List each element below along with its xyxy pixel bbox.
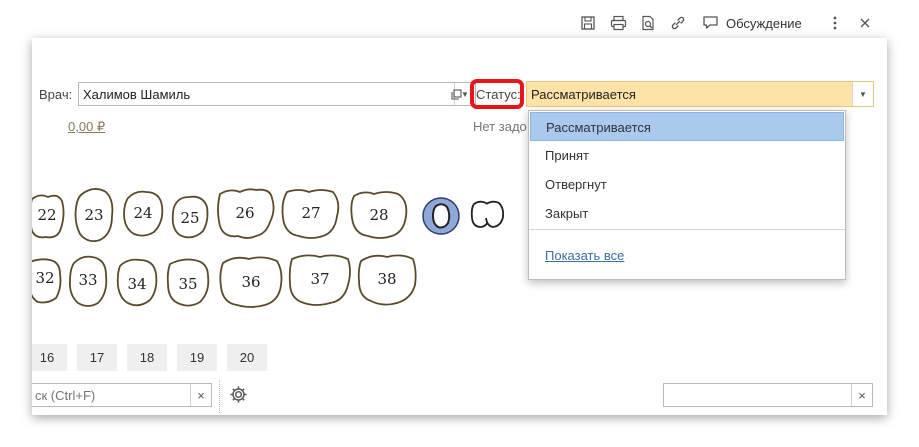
tooth-number: 37 <box>310 270 330 288</box>
chevron-down-icon: ▼ <box>859 89 867 99</box>
discussion-label: Обсуждение <box>726 15 802 31</box>
tooth-number: 34 <box>127 275 147 293</box>
preview-icon <box>642 15 654 31</box>
show-all-link[interactable]: Показать все <box>545 248 624 263</box>
tooth-34[interactable]: 34 <box>114 256 160 310</box>
tooth-number: 23 <box>84 206 104 224</box>
status-option-selected[interactable]: Рассматривается <box>530 112 844 141</box>
tooth-36[interactable]: 36 <box>217 253 285 311</box>
tooth-number: 38 <box>377 270 397 288</box>
tooth-number: 24 <box>133 204 153 222</box>
status-field[interactable]: Рассматривается ▼ <box>526 81 874 107</box>
tooth-33[interactable]: 33 <box>66 253 110 311</box>
tooth-27[interactable]: 27 <box>279 186 343 242</box>
tooth-23[interactable]: 23 <box>72 186 116 244</box>
discussion-button[interactable]: Обсуждение <box>702 12 806 34</box>
tooth-25[interactable]: 25 <box>169 193 211 241</box>
tooth-28[interactable]: 28 <box>348 188 410 242</box>
link-button[interactable] <box>668 12 688 34</box>
bottom-right-clear-button[interactable]: × <box>851 384 872 406</box>
tooth-38[interactable]: 38 <box>355 251 419 309</box>
preview-button[interactable] <box>638 12 658 34</box>
number-button-19[interactable]: 19 <box>177 344 217 371</box>
search-input[interactable] <box>32 384 197 406</box>
search-clear-button[interactable]: × <box>190 384 211 406</box>
tooth-selected-marker[interactable] <box>420 195 462 237</box>
tooth-double-marker[interactable] <box>468 198 508 232</box>
print-icon <box>610 15 626 31</box>
settings-button[interactable] <box>228 384 248 404</box>
tooth-number: 33 <box>78 271 98 289</box>
tooth-number: 25 <box>180 209 200 227</box>
number-button-20[interactable]: 20 <box>227 344 267 371</box>
tooth-selected-icon <box>422 197 460 235</box>
status-option[interactable]: Отвергнут <box>530 170 844 199</box>
number-button-18[interactable]: 18 <box>127 344 167 371</box>
search-divider <box>219 380 220 413</box>
search-field[interactable]: × <box>32 383 212 407</box>
close-icon: × <box>858 387 866 403</box>
close-icon <box>860 18 870 28</box>
tooth-number: 28 <box>369 206 389 224</box>
amount-link[interactable]: 0,00 ₽ <box>68 119 105 135</box>
doctor-value: Халимов Шамиль <box>83 87 191 102</box>
more-icon <box>833 16 837 30</box>
no-tasks-label: Нет задо <box>473 119 527 134</box>
gear-icon <box>229 385 247 403</box>
tooth-number: 36 <box>241 273 261 291</box>
bottom-right-field[interactable]: × <box>663 383 873 407</box>
tooth-26[interactable]: 26 <box>214 186 276 242</box>
doctor-label: Врач: <box>39 87 73 102</box>
save-button[interactable] <box>578 12 598 34</box>
status-option[interactable]: Принят <box>530 141 844 170</box>
tooth-number: 27 <box>301 204 321 222</box>
status-value: Рассматривается <box>531 87 636 102</box>
close-button[interactable] <box>858 12 872 34</box>
status-label-highlight <box>470 79 524 109</box>
tooth-number: 22 <box>37 206 57 224</box>
more-button[interactable] <box>828 12 842 34</box>
number-button-16[interactable]: 16 <box>32 344 67 371</box>
number-button-17[interactable]: 17 <box>77 344 117 371</box>
tooth-35[interactable]: 35 <box>164 256 212 310</box>
tooth-32[interactable]: 32 <box>32 256 64 306</box>
tooth-double-icon <box>470 200 505 228</box>
tooth-22[interactable]: 22 <box>32 191 68 241</box>
tooth-number: 35 <box>178 275 198 293</box>
menu-divider <box>529 229 845 230</box>
status-dropdown-menu: Рассматривается Принят Отвергнут Закрыт … <box>528 110 846 280</box>
save-icon <box>581 16 595 30</box>
status-option[interactable]: Закрыт <box>530 199 844 228</box>
print-button[interactable] <box>608 12 628 34</box>
doctor-field[interactable]: Халимов Шамиль ▼ <box>78 82 476 106</box>
link-icon <box>671 16 685 30</box>
discussion-icon <box>703 16 718 29</box>
doctor-open-button[interactable] <box>446 82 466 106</box>
close-icon: × <box>197 387 205 403</box>
tooth-37[interactable]: 37 <box>286 251 354 309</box>
tooth-24[interactable]: 24 <box>120 188 166 240</box>
tooth-number: 32 <box>35 269 55 287</box>
tooth-number: 26 <box>235 204 255 222</box>
status-dropdown-button[interactable]: ▼ <box>852 82 873 106</box>
open-form-icon <box>450 88 462 100</box>
